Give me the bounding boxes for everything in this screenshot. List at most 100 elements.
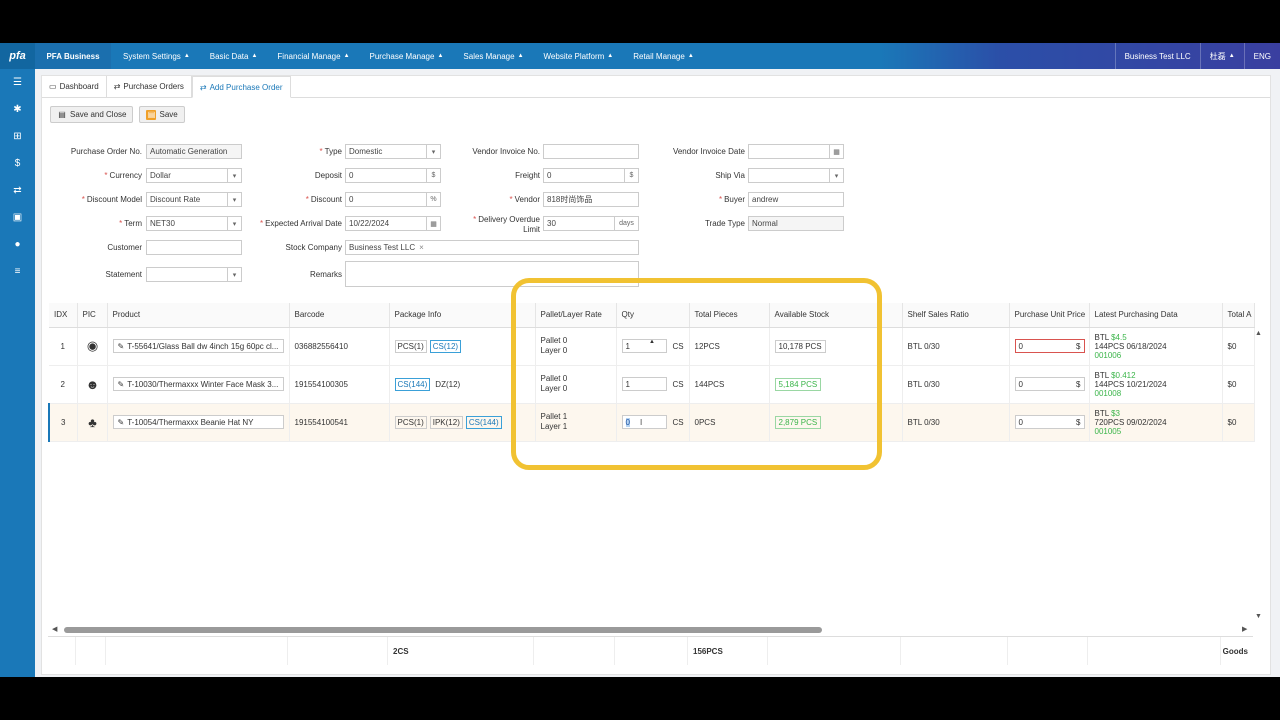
- vendor-invoice-no-input[interactable]: [543, 144, 639, 159]
- ship-via-select[interactable]: ▾: [748, 168, 844, 183]
- footer-cell: [534, 637, 615, 665]
- po-no-field: Automatic Generation: [146, 144, 242, 159]
- col-product[interactable]: Product: [107, 303, 290, 328]
- col-available-stock[interactable]: Available Stock: [769, 303, 903, 328]
- gear-icon[interactable]: ✱: [0, 96, 35, 123]
- scroll-left-icon[interactable]: ◀: [52, 625, 57, 633]
- price-input[interactable]: 0 $: [1014, 339, 1085, 353]
- menu-icon[interactable]: ≡: [0, 258, 35, 285]
- scrollbar-thumb[interactable]: [64, 627, 822, 633]
- horizontal-scrollbar[interactable]: ◀ ▶: [52, 625, 1248, 633]
- price-input[interactable]: 0 $: [1014, 377, 1085, 391]
- menu-purchase-manage[interactable]: Purchase Manage ▲: [360, 43, 454, 69]
- menu-system-settings[interactable]: System Settings ▲: [113, 43, 200, 69]
- stock-cell: 5,184 PCS: [769, 365, 903, 404]
- menu-website-platform[interactable]: Website Platform ▲: [534, 43, 624, 69]
- vendor-invoice-date-input[interactable]: ▦: [748, 144, 844, 159]
- overdue-limit-input[interactable]: 30 days: [543, 216, 639, 231]
- package-tag[interactable]: DZ(12): [433, 378, 462, 391]
- package-tag[interactable]: PCS(1): [394, 415, 427, 429]
- footer-cell: [48, 637, 76, 665]
- col-pallet-layer[interactable]: Pallet/Layer Rate: [535, 303, 617, 328]
- lpd-code[interactable]: 001005: [1095, 427, 1217, 436]
- col-barcode[interactable]: Barcode: [289, 303, 390, 328]
- vendor-input[interactable]: 818时尚饰品: [543, 192, 639, 207]
- money-icon[interactable]: ▣: [0, 204, 35, 231]
- type-select[interactable]: Domestic ▾: [345, 144, 441, 159]
- chevron-down-icon: ▾: [426, 144, 440, 159]
- scroll-right-icon[interactable]: ▶: [1242, 625, 1247, 633]
- input-value: 30: [547, 219, 556, 228]
- company-switcher[interactable]: Business Test LLC: [1114, 43, 1200, 69]
- buyer-input[interactable]: andrew: [748, 192, 844, 207]
- menu-sales-manage[interactable]: Sales Manage ▲: [453, 43, 533, 69]
- refresh-icon[interactable]: ⇄: [0, 177, 35, 204]
- dollar-icon[interactable]: $: [0, 150, 35, 177]
- language-switch[interactable]: ENG: [1243, 43, 1280, 69]
- package-tag[interactable]: PCS(1): [394, 339, 427, 353]
- calendar-icon[interactable]: ▦: [829, 144, 843, 159]
- lpd-detail: 144PCS 10/21/2024: [1094, 379, 1167, 389]
- vertical-scroll-down-icon[interactable]: ▼: [1255, 613, 1262, 620]
- col-qty[interactable]: Qty: [616, 303, 690, 328]
- price-input[interactable]: 0 $: [1014, 415, 1085, 429]
- close-icon[interactable]: ×: [419, 243, 424, 252]
- lpd-code[interactable]: 001006: [1095, 351, 1217, 360]
- statement-select[interactable]: ▾: [146, 267, 242, 282]
- vertical-scroll-up-icon[interactable]: ▲: [1255, 330, 1262, 337]
- package-tag[interactable]: IPK(12): [429, 415, 463, 429]
- discount-model-select[interactable]: Discount Rate ▾: [146, 192, 242, 207]
- product-image[interactable]: ♣: [77, 403, 108, 442]
- customer-input[interactable]: [146, 240, 242, 255]
- package-tag-selected[interactable]: CS(12): [429, 339, 462, 353]
- freight-input[interactable]: 0 $: [543, 168, 639, 183]
- col-total-amount[interactable]: Total A: [1222, 303, 1255, 328]
- table-row[interactable]: 2 ☻ ✎ T-10030/Thermaxxx Winter Face Mask …: [49, 365, 1255, 404]
- list-icon[interactable]: ☰: [0, 69, 35, 96]
- col-total-pieces[interactable]: Total Pieces: [689, 303, 770, 328]
- qty-input[interactable]: 1: [621, 339, 667, 353]
- menu-financial-manage[interactable]: Financial Manage ▲: [267, 43, 359, 69]
- qty-input-focused[interactable]: 0I: [621, 415, 667, 429]
- arrival-date-input[interactable]: 10/22/2024 ▦: [345, 216, 441, 231]
- tab-dashboard[interactable]: ▭ Dashboard: [42, 76, 107, 97]
- product-selector[interactable]: ✎ T-55641/Glass Ball dw 4inch 15g 60pc cl…: [112, 339, 284, 353]
- col-idx[interactable]: IDX: [49, 303, 78, 328]
- package-tag-selected[interactable]: CS(144): [394, 377, 431, 391]
- stock-company-select[interactable]: Business Test LLC ×: [345, 240, 639, 255]
- col-latest-purchasing[interactable]: Latest Purchasing Data: [1089, 303, 1223, 328]
- total-pieces-cell: 144PCS: [689, 365, 770, 404]
- col-pic[interactable]: PIC: [77, 303, 108, 328]
- remarks-textarea[interactable]: [345, 261, 639, 287]
- menu-retail-manage[interactable]: Retail Manage ▲: [623, 43, 704, 69]
- shelf-cell: BTL 0/30: [902, 365, 1010, 404]
- product-selector[interactable]: ✎ T-10030/Thermaxxx Winter Face Mask 3...: [112, 377, 284, 391]
- calendar-icon[interactable]: ▦: [426, 216, 440, 231]
- discount-input[interactable]: 0%: [345, 192, 441, 207]
- table-row[interactable]: 3 ♣ ✎ T-10054/Thermaxxx Beanie Hat NY 191…: [48, 403, 1255, 442]
- lpd-code[interactable]: 001008: [1095, 389, 1217, 398]
- sitemap-icon[interactable]: ⊞: [0, 123, 35, 150]
- globe-icon[interactable]: ●: [0, 231, 35, 258]
- tab-purchase-orders[interactable]: ⇄ Purchase Orders: [107, 76, 192, 97]
- currency-select[interactable]: Dollar ▾: [146, 168, 242, 183]
- product-image[interactable]: ◉: [77, 327, 108, 366]
- qty-cell: 0 I CS: [616, 403, 690, 442]
- term-select[interactable]: NET30 ▾: [146, 216, 242, 231]
- package-tag-selected[interactable]: CS(144): [465, 415, 502, 429]
- col-purchase-unit-price[interactable]: Purchase Unit Price: [1009, 303, 1090, 328]
- deposit-input[interactable]: 0 $: [345, 168, 441, 183]
- save-button[interactable]: ▤ Save: [139, 106, 185, 123]
- qty-input[interactable]: 1: [621, 377, 667, 391]
- app-logo[interactable]: pfa: [0, 43, 35, 69]
- save-and-close-button[interactable]: ▤ Save and Close: [50, 106, 134, 123]
- menu-basic-data[interactable]: Basic Data ▲: [200, 43, 268, 69]
- col-package-info[interactable]: Package Info: [389, 303, 536, 328]
- product-selector[interactable]: ✎ T-10054/Thermaxxx Beanie Hat NY: [112, 415, 284, 429]
- col-shelf-sales-ratio[interactable]: Shelf Sales Ratio: [902, 303, 1010, 328]
- product-image[interactable]: ☻: [77, 365, 108, 404]
- brand-name[interactable]: PFA Business: [35, 43, 111, 69]
- table-row[interactable]: 1 ◉ ✎ T-55641/Glass Ball dw 4inch 15g 60p…: [49, 327, 1255, 366]
- user-menu[interactable]: 杜磊 ▲: [1199, 43, 1244, 69]
- tab-add-purchase-order[interactable]: ⇄ Add Purchase Order: [191, 76, 291, 98]
